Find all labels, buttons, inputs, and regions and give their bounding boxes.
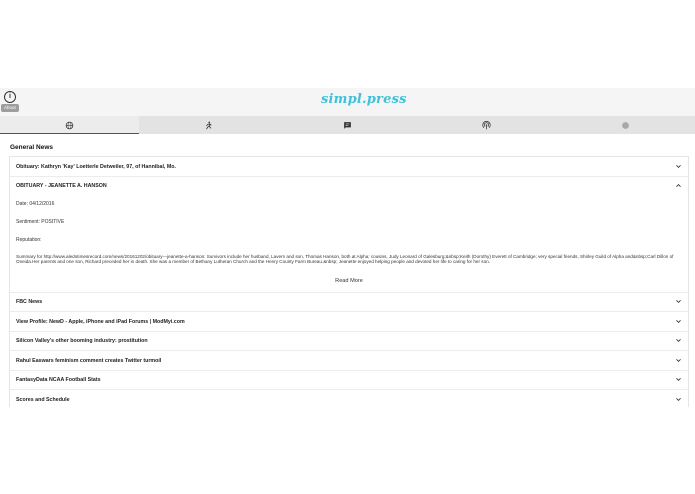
- list-item-title: FBC News: [16, 299, 43, 305]
- news-list: Obituary: Kathryn 'Kay' Loetterle Detwei…: [9, 156, 689, 407]
- circle-icon: [622, 121, 629, 129]
- item-summary: Summary for http://www.aledotimesrecord.…: [16, 253, 674, 265]
- list-item-title: View Profile: NewD - Apple, iPhone and i…: [16, 318, 185, 325]
- list-item[interactable]: Scores and Schedule: [10, 390, 688, 407]
- info-icon[interactable]: i: [4, 91, 16, 103]
- list-item-title[interactable]: OBITUARY - JEANETTE A. HANSON: [16, 183, 107, 189]
- chevron-down-icon[interactable]: [675, 337, 682, 344]
- chevron-down-icon[interactable]: [675, 163, 682, 170]
- list-item-title: FantasyData NCAA Football Stats: [16, 377, 101, 383]
- tab-general-news[interactable]: [0, 116, 139, 134]
- chat-icon: [344, 121, 351, 129]
- broadcast-icon: [482, 120, 491, 129]
- item-reputation: Reputation:: [16, 236, 42, 243]
- tab-other[interactable]: [556, 116, 695, 134]
- list-item[interactable]: View Profile: NewD - Apple, iPhone and i…: [10, 312, 688, 332]
- chevron-up-icon[interactable]: [675, 182, 682, 189]
- chevron-down-icon[interactable]: [675, 376, 682, 383]
- chevron-down-icon[interactable]: [675, 396, 682, 403]
- tab-bar: [0, 116, 695, 134]
- list-item-title: Rahul Easwars feminism comment creates T…: [16, 357, 162, 364]
- read-more-button[interactable]: Read More: [10, 278, 688, 284]
- list-item-expanded: OBITUARY - JEANETTE A. HANSON Date: 04/1…: [10, 177, 688, 293]
- list-item-title: Scores and Schedule: [16, 396, 70, 403]
- globe-icon: [65, 121, 74, 129]
- list-item-title: Silicon Valley's other booming industry:…: [16, 338, 148, 344]
- list-item[interactable]: FantasyData NCAA Football Stats: [10, 371, 688, 390]
- list-item[interactable]: Rahul Easwars feminism comment creates T…: [10, 351, 688, 371]
- app-header: i About simpl.press: [0, 88, 695, 116]
- list-item[interactable]: Obituary: Kathryn 'Kay' Loetterle Detwei…: [10, 157, 688, 177]
- section-title: General News: [10, 144, 53, 151]
- app-logo[interactable]: simpl.press: [321, 90, 406, 110]
- running-person-icon: [206, 121, 212, 129]
- chevron-down-icon[interactable]: [675, 357, 682, 364]
- about-tooltip: About: [1, 104, 19, 112]
- tab-broadcast[interactable]: [417, 116, 556, 134]
- tab-sports[interactable]: [139, 116, 278, 134]
- list-item[interactable]: Silicon Valley's other booming industry:…: [10, 332, 688, 351]
- chevron-down-icon[interactable]: [675, 298, 682, 305]
- chevron-down-icon[interactable]: [675, 318, 682, 325]
- tab-messages[interactable]: [278, 116, 417, 134]
- app-window: i About simpl.press General News Obituar…: [0, 88, 695, 407]
- item-sentiment: Sentiment: POSITIVE: [16, 218, 65, 225]
- list-item-title: Obituary: Kathryn 'Kay' Loetterle Detwei…: [16, 163, 176, 170]
- list-item[interactable]: FBC News: [10, 293, 688, 312]
- item-date: Date: 04/12/2016: [16, 200, 55, 207]
